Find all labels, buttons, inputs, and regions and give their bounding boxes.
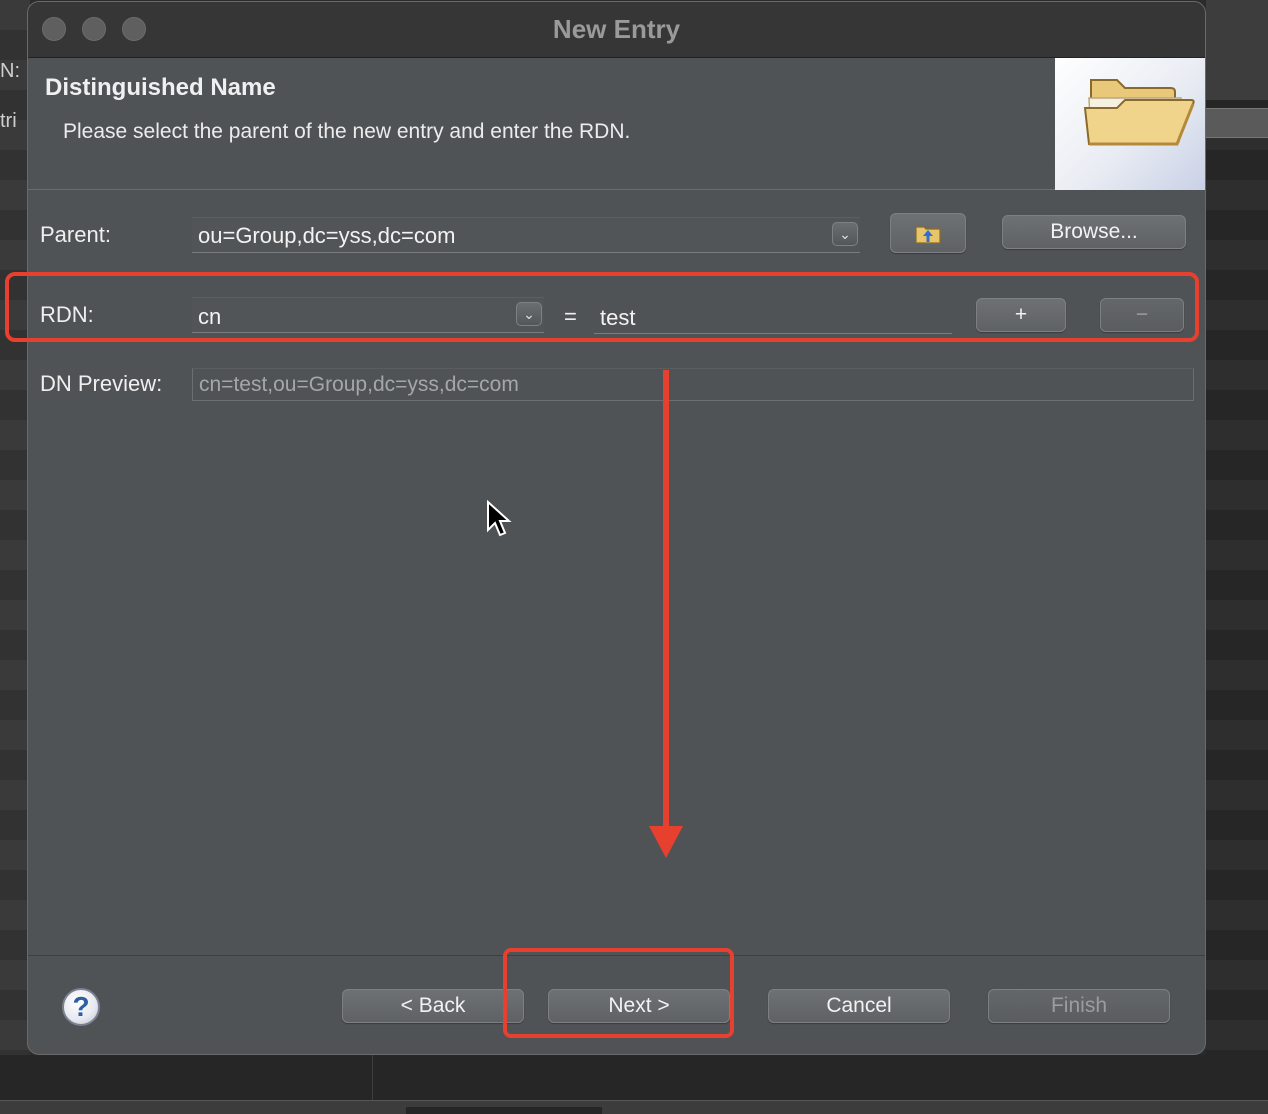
new-entry-dialog: New Entry Distinguished Name Please sele… xyxy=(27,1,1206,1055)
parent-up-button[interactable] xyxy=(890,213,966,253)
down-arrow-shaft xyxy=(663,370,669,832)
back-button[interactable]: < Back xyxy=(342,989,524,1023)
mouse-pointer-icon xyxy=(487,500,512,537)
background-status-area xyxy=(0,1055,1268,1114)
open-folder-icon xyxy=(1083,79,1195,146)
cancel-button[interactable]: Cancel xyxy=(768,989,950,1023)
browse-button[interactable]: Browse... xyxy=(1002,215,1186,249)
background-fragment: N: xyxy=(0,60,20,82)
help-question-icon[interactable]: ? xyxy=(62,988,100,1026)
parent-combo[interactable]: ou=Group,dc=yss,dc=com ⌄ xyxy=(192,217,860,253)
dn-preview-field: cn=test,ou=Group,dc=yss,dc=com xyxy=(192,368,1194,401)
background-editor-left: N: tri xyxy=(0,0,30,1114)
wizard-header: Distinguished Name Please select the par… xyxy=(28,58,1205,190)
background-fragment: tri xyxy=(0,110,17,132)
background-scroll-thumb xyxy=(406,1107,602,1114)
folder-up-arrow-icon xyxy=(915,226,941,244)
rdn-row-highlight xyxy=(5,272,1199,342)
window-title: New Entry xyxy=(552,14,681,44)
dn-preview-label: DN Preview: xyxy=(40,371,163,396)
chevron-down-icon[interactable]: ⌄ xyxy=(832,222,858,246)
next-button-highlight xyxy=(503,948,734,1038)
header-image xyxy=(1055,58,1205,190)
down-arrow-head xyxy=(649,826,683,858)
background-editor-right xyxy=(1206,0,1268,1114)
parent-value: ou=Group,dc=yss,dc=com xyxy=(198,223,456,248)
parent-label: Parent: xyxy=(40,222,111,247)
finish-button[interactable]: Finish xyxy=(988,989,1170,1023)
page-description: Please select the parent of the new entr… xyxy=(63,120,631,143)
page-title: Distinguished Name xyxy=(45,74,276,101)
title-bar[interactable]: New Entry xyxy=(28,2,1205,58)
dn-preview-value: cn=test,ou=Group,dc=yss,dc=com xyxy=(199,373,519,396)
